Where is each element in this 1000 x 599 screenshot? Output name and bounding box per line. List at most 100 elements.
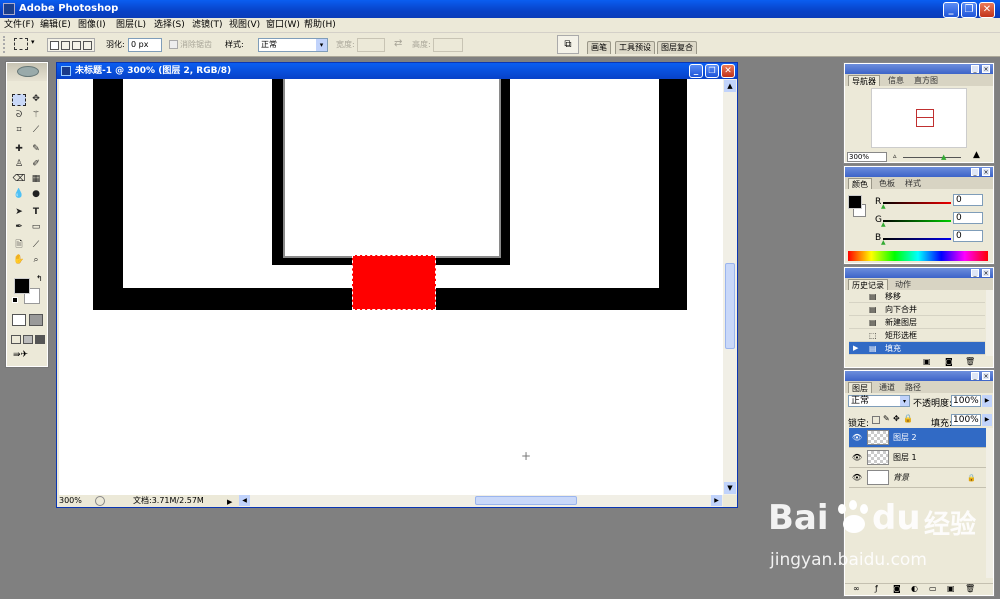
crop-tool-icon[interactable]: ⌗ xyxy=(12,124,26,137)
scroll-up-arrow-icon[interactable]: ▲ xyxy=(724,80,736,92)
canvas[interactable]: + xyxy=(59,79,723,495)
doc-close-button[interactable]: ✕ xyxy=(721,64,735,78)
zoom-tool-icon[interactable]: ⌕ xyxy=(29,254,43,267)
subtract-selection-icon[interactable] xyxy=(72,41,81,50)
tab-actions[interactable]: 动作 xyxy=(892,279,914,290)
panel-minimize-icon[interactable]: _ xyxy=(971,168,979,176)
document-window[interactable]: 未标题-1 @ 300% (图层 2, RGB/8) _ ❐ ✕ + ▲ ▼ 3… xyxy=(56,62,738,508)
scroll-left-arrow-icon[interactable]: ◀ xyxy=(239,495,250,506)
gradient-tool-icon[interactable]: ▦ xyxy=(29,173,43,186)
navigator-zoom-input[interactable]: 300% xyxy=(847,152,887,162)
chevron-down-icon[interactable]: ▾ xyxy=(316,39,327,51)
style-select[interactable]: 正常 ▾ xyxy=(258,38,328,52)
swap-icon[interactable]: ⇄ xyxy=(394,38,402,50)
selection-mode-buttons[interactable] xyxy=(47,38,95,52)
visibility-eye-icon[interactable]: 👁 xyxy=(851,448,863,468)
imageready-jump-icon[interactable]: ⇛✈ xyxy=(13,350,41,362)
red-slider-thumb[interactable]: ▲ xyxy=(881,203,886,210)
panel-minimize-icon[interactable]: _ xyxy=(971,372,979,380)
panel-close-icon[interactable]: × xyxy=(982,168,990,176)
close-button[interactable]: ✕ xyxy=(979,2,995,18)
height-input[interactable] xyxy=(433,38,463,52)
brush-tool-icon[interactable]: ✎ xyxy=(29,143,43,156)
history-item[interactable]: ⬚ 矩形选框 xyxy=(849,329,985,342)
grip-handle[interactable] xyxy=(3,36,8,53)
doc-minimize-button[interactable]: _ xyxy=(689,64,703,78)
status-menu-arrow-icon[interactable]: ▶ xyxy=(227,496,235,506)
scroll-down-arrow-icon[interactable]: ▼ xyxy=(724,482,736,494)
magic-wand-tool-icon[interactable]: ⚚ xyxy=(29,109,43,122)
lock-all-icon[interactable]: 🔒 xyxy=(903,414,913,423)
new-document-from-state-icon[interactable]: ▣ xyxy=(923,357,931,366)
new-snapshot-icon[interactable]: ◙ xyxy=(945,357,953,366)
link-layers-icon[interactable]: ∞ xyxy=(853,584,860,593)
lock-pixels-icon[interactable]: ✎ xyxy=(883,414,890,423)
notes-tool-icon[interactable]: 🗎 xyxy=(12,239,26,252)
minimize-button[interactable]: _ xyxy=(943,2,959,18)
layer-mask-icon[interactable]: ◙ xyxy=(893,584,901,593)
green-slider-thumb[interactable]: ▲ xyxy=(881,221,886,228)
green-slider-track[interactable] xyxy=(883,220,951,222)
panel-title-bar[interactable]: _ × xyxy=(845,268,993,278)
blue-slider-thumb[interactable]: ▲ xyxy=(881,239,886,246)
clone-stamp-tool-icon[interactable]: ♙ xyxy=(12,158,26,171)
panel-close-icon[interactable]: × xyxy=(982,269,990,277)
slice-tool-icon[interactable]: ⟋ xyxy=(29,124,43,137)
menu-view[interactable]: 视图(V) xyxy=(229,19,260,31)
pen-tool-icon[interactable]: ✒ xyxy=(12,221,26,234)
lock-position-icon[interactable]: ✥ xyxy=(893,414,900,423)
panel-minimize-icon[interactable]: _ xyxy=(971,269,979,277)
lasso-tool-icon[interactable]: ᘐ xyxy=(12,109,26,122)
path-selection-tool-icon[interactable]: ➤ xyxy=(12,206,26,219)
zoom-out-icon[interactable]: ▵ xyxy=(893,152,897,160)
vertical-scrollbar[interactable]: ▲ ▼ xyxy=(723,79,737,495)
type-tool-icon[interactable]: T xyxy=(29,206,43,219)
green-value-input[interactable]: 0 xyxy=(953,212,983,224)
move-tool-icon[interactable]: ✥ xyxy=(29,93,43,106)
tab-navigator[interactable]: 导航器 xyxy=(848,75,880,86)
vertical-scroll-thumb[interactable] xyxy=(725,263,735,349)
tab-info[interactable]: 信息 xyxy=(885,75,907,86)
shape-tool-icon[interactable]: ▭ xyxy=(29,221,43,234)
status-info-icon[interactable] xyxy=(95,496,105,506)
quick-mask-mode-icon[interactable] xyxy=(29,314,43,326)
layer-name[interactable]: 背景 xyxy=(893,468,909,488)
foreground-color-swatch-front[interactable] xyxy=(14,278,30,294)
opacity-input[interactable]: 100% xyxy=(951,395,981,407)
eyedropper-tool-icon[interactable]: ⟋ xyxy=(29,239,43,252)
intersect-selection-icon[interactable] xyxy=(83,41,92,50)
history-brush-tool-icon[interactable]: ✐ xyxy=(29,158,43,171)
panel-title-bar[interactable]: _ × xyxy=(845,371,993,381)
tab-swatches[interactable]: 色板 xyxy=(876,178,898,189)
chevron-down-icon[interactable]: ▾ xyxy=(31,38,35,46)
layer-name[interactable]: 图层 2 xyxy=(893,428,917,448)
swap-colors-icon[interactable]: ↰ xyxy=(36,274,43,283)
new-layer-icon[interactable]: ▣ xyxy=(947,584,955,593)
menu-edit[interactable]: 编辑(E) xyxy=(40,19,71,31)
tab-history[interactable]: 历史记录 xyxy=(848,279,888,290)
scroll-right-arrow-icon[interactable]: ▶ xyxy=(711,495,722,506)
width-input[interactable] xyxy=(357,38,385,52)
chevron-down-icon[interactable]: ▾ xyxy=(900,396,909,406)
dodge-tool-icon[interactable]: ● xyxy=(29,188,43,201)
doc-maximize-button[interactable]: ❐ xyxy=(705,64,719,78)
layer-row-selected[interactable]: 👁 图层 2 xyxy=(849,428,989,448)
navigator-zoom-slider[interactable] xyxy=(903,157,961,158)
history-item[interactable]: ▤ 向下合并 xyxy=(849,303,985,316)
marquee-tool-icon[interactable] xyxy=(12,94,26,106)
adjustment-layer-icon[interactable]: ◐ xyxy=(911,584,918,593)
navigator-preview[interactable] xyxy=(871,88,967,148)
new-selection-icon[interactable] xyxy=(50,41,59,50)
layer-style-icon[interactable]: ƒ xyxy=(875,584,878,593)
restore-button[interactable]: ❐ xyxy=(961,2,977,18)
tab-paths[interactable]: 路径 xyxy=(902,382,924,393)
blur-tool-icon[interactable]: 💧 xyxy=(12,188,26,201)
opacity-arrow-icon[interactable]: ▶ xyxy=(982,395,992,407)
add-selection-icon[interactable] xyxy=(61,41,70,50)
blend-mode-select[interactable]: 正常 ▾ xyxy=(848,395,910,407)
panel-close-icon[interactable]: × xyxy=(982,372,990,380)
red-filled-selection[interactable] xyxy=(352,255,436,310)
feather-input[interactable]: 0 px xyxy=(128,38,162,52)
delete-layer-icon[interactable]: 🗑 xyxy=(965,584,975,593)
panel-minimize-icon[interactable]: _ xyxy=(971,65,979,73)
